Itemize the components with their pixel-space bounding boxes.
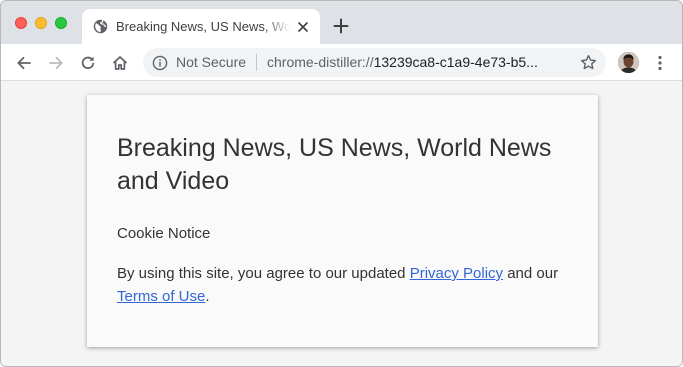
url-scheme: chrome-distiller:// bbox=[267, 54, 374, 70]
text-segment: and our bbox=[503, 265, 559, 282]
info-icon[interactable] bbox=[152, 55, 168, 71]
url-path: 13239ca8-c1a9-4e73-b5... bbox=[373, 54, 538, 70]
security-status[interactable]: Not Secure bbox=[176, 54, 246, 70]
cookie-notice-heading: Cookie Notice bbox=[117, 225, 211, 242]
url-text[interactable]: chrome-distiller://13239ca8-c1a9-4e73-b5… bbox=[267, 54, 573, 70]
window-minimize-button[interactable] bbox=[35, 17, 47, 29]
reload-icon[interactable] bbox=[79, 54, 97, 72]
browser-window: Breaking News, US News, World News and V… bbox=[0, 0, 683, 367]
tab-title: Breaking News, US News, World News and V… bbox=[116, 19, 290, 34]
cookie-notice-text: By using this site, you agree to our upd… bbox=[117, 262, 582, 308]
avatar[interactable] bbox=[618, 52, 639, 73]
back-arrow-icon[interactable] bbox=[15, 54, 33, 72]
page-content: Breaking News, US News, World News and V… bbox=[1, 82, 682, 366]
omnibox-divider bbox=[256, 54, 257, 71]
home-icon[interactable] bbox=[111, 54, 129, 72]
terms-of-use-link[interactable]: Terms of Use bbox=[117, 288, 205, 305]
star-icon[interactable] bbox=[580, 54, 597, 71]
globe-icon bbox=[93, 19, 108, 34]
window-close-button[interactable] bbox=[15, 17, 27, 29]
tab-active[interactable]: Breaking News, US News, World News and V… bbox=[82, 9, 320, 44]
toolbar: Not Secure chrome-distiller://13239ca8-c… bbox=[1, 44, 682, 81]
privacy-policy-link[interactable]: Privacy Policy bbox=[410, 265, 503, 282]
window-maximize-button[interactable] bbox=[55, 17, 67, 29]
tab-strip: Breaking News, US News, World News and V… bbox=[1, 1, 682, 44]
article-title: Breaking News, US News, World News and V… bbox=[117, 134, 552, 195]
menu-dots-icon[interactable] bbox=[652, 54, 668, 72]
plus-icon[interactable] bbox=[333, 18, 349, 34]
profile-photo bbox=[618, 52, 639, 73]
forward-arrow-icon[interactable] bbox=[47, 54, 65, 72]
text-segment: . bbox=[205, 288, 210, 305]
article-card: Breaking News, US News, World News and V… bbox=[87, 95, 598, 347]
close-icon[interactable] bbox=[296, 20, 310, 34]
text-segment: By using this site, you agree to our upd… bbox=[117, 265, 410, 282]
address-bar[interactable]: Not Secure chrome-distiller://13239ca8-c… bbox=[143, 48, 606, 77]
